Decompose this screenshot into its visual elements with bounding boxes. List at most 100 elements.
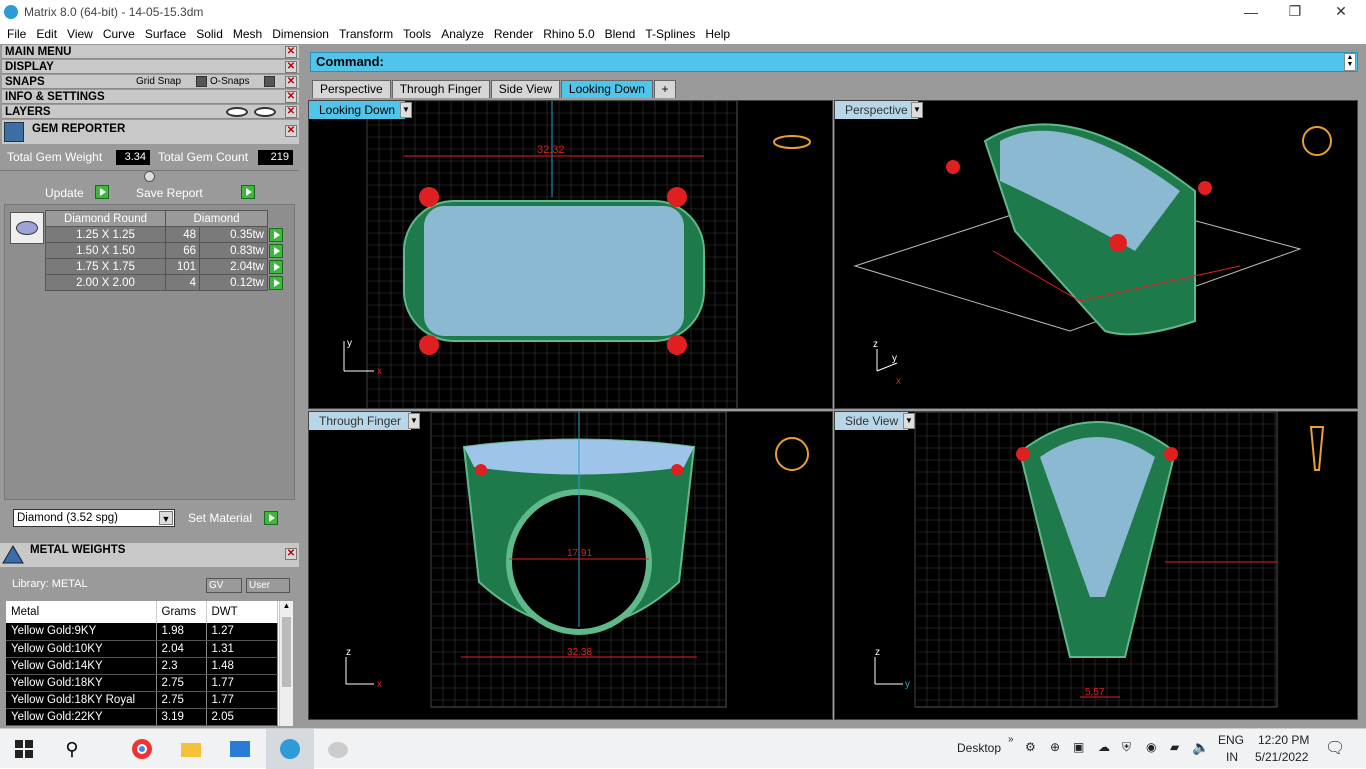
chrome-icon[interactable]: [130, 737, 154, 761]
menu-help[interactable]: Help: [700, 27, 735, 41]
command-bar[interactable]: Command:: [310, 52, 1358, 72]
metal-row[interactable]: Yellow Gold:18KY Royal 2.75 1.77: [6, 691, 278, 709]
clock-date[interactable]: 5/21/2022: [1255, 750, 1308, 764]
file-explorer-icon[interactable]: [179, 737, 203, 761]
close-icon[interactable]: ✕: [285, 125, 297, 137]
metal-row[interactable]: Yellow Gold:22KY 3.19 2.05: [6, 708, 278, 726]
diamond-round-icon[interactable]: [10, 212, 44, 244]
nvidia-icon[interactable]: ▰: [1170, 740, 1179, 754]
language-secondary[interactable]: IN: [1226, 750, 1238, 764]
chevron-down-icon[interactable]: ▼: [408, 413, 420, 429]
chevron-down-icon[interactable]: ▼: [903, 413, 915, 429]
globe-icon[interactable]: ⊕: [1050, 740, 1060, 754]
metal-row[interactable]: Yellow Gold:10KY 2.04 1.31: [6, 640, 278, 658]
tab-perspective[interactable]: Perspective: [312, 80, 391, 98]
viewport-label[interactable]: Looking Down: [309, 101, 406, 119]
display-row[interactable]: DISPLAY ✕: [2, 60, 299, 74]
set-material-button[interactable]: Set Material: [188, 510, 252, 526]
gem-row[interactable]: 2.00 X 2.00 4 0.12tw: [45, 274, 283, 291]
menu-rhino[interactable]: Rhino 5.0: [538, 27, 599, 41]
close-icon[interactable]: ✕: [285, 76, 297, 88]
windows-start-icon[interactable]: [12, 737, 36, 761]
viewport-perspective[interactable]: z y x Perspective ▼: [834, 100, 1358, 409]
toolbar-expand-icon[interactable]: »: [1008, 734, 1014, 745]
chevron-down-icon[interactable]: ▼: [159, 511, 173, 525]
paint-icon[interactable]: [326, 737, 350, 761]
o-snaps-toggle[interactable]: O-Snaps: [210, 75, 249, 89]
material-select[interactable]: Diamond (3.52 spg) ▼: [13, 509, 175, 527]
tab-side-view[interactable]: Side View: [490, 80, 560, 98]
photos-icon[interactable]: [228, 737, 252, 761]
update-go-icon[interactable]: [95, 185, 109, 199]
menu-mesh[interactable]: Mesh: [228, 27, 267, 41]
scrollbar-thumb[interactable]: [282, 617, 291, 687]
menu-edit[interactable]: Edit: [31, 27, 62, 41]
network-icon[interactable]: ⚙: [1025, 740, 1036, 754]
chevron-down-icon[interactable]: ▼: [400, 102, 412, 118]
layers-row[interactable]: LAYERS ✕: [2, 105, 299, 119]
menu-transform[interactable]: Transform: [334, 27, 398, 41]
notification-icon[interactable]: 🗨: [1325, 738, 1345, 758]
grid-snap-checkbox[interactable]: [196, 76, 207, 87]
menu-surface[interactable]: Surface: [140, 27, 191, 41]
minimize-button[interactable]: —: [1228, 0, 1274, 23]
menu-curve[interactable]: Curve: [98, 27, 140, 41]
desktop-toolbar[interactable]: Desktop: [957, 741, 1001, 755]
volume-icon[interactable]: 🔈: [1192, 739, 1209, 756]
restore-button[interactable]: ❐: [1272, 0, 1318, 23]
menu-view[interactable]: View: [62, 27, 98, 41]
gv-toggle[interactable]: GV: [206, 578, 242, 593]
tray-app-icon[interactable]: ▣: [1073, 740, 1084, 754]
close-icon[interactable]: ✕: [285, 46, 297, 58]
layer-visibility-icon[interactable]: [226, 107, 248, 117]
gem-row[interactable]: 1.75 X 1.75 101 2.04tw: [45, 258, 283, 275]
viewport-through-finger[interactable]: 17.91 32.38 z x Through Finger ▼: [308, 411, 833, 720]
gem-row[interactable]: 1.50 X 1.50 66 0.83tw: [45, 242, 283, 259]
tab-through-finger[interactable]: Through Finger: [391, 80, 490, 98]
close-icon[interactable]: ✕: [285, 61, 297, 73]
menu-analyze[interactable]: Analyze: [436, 27, 489, 41]
matrix-tray-icon[interactable]: ◉: [1146, 740, 1156, 754]
search-icon[interactable]: ⚲: [60, 737, 84, 761]
collapse-icon[interactable]: [144, 171, 155, 182]
gem-row[interactable]: 1.25 X 1.25 48 0.35tw: [45, 226, 283, 243]
viewport-label[interactable]: Side View: [835, 412, 909, 430]
matrix-app-icon[interactable]: [278, 737, 302, 761]
menu-render[interactable]: Render: [489, 27, 538, 41]
menu-blend[interactable]: Blend: [600, 27, 641, 41]
close-icon[interactable]: ✕: [285, 548, 297, 560]
command-scroll[interactable]: ▲ ▼: [1344, 53, 1356, 71]
user-toggle[interactable]: User: [246, 578, 290, 593]
viewport-label[interactable]: Perspective: [835, 101, 918, 119]
viewport-looking-down[interactable]: 32.32 y x Looking Down ▼: [308, 100, 833, 409]
viewport-side-view[interactable]: 5.57 z y Side View ▼: [834, 411, 1358, 720]
o-snaps-checkbox[interactable]: [264, 76, 275, 87]
close-icon[interactable]: ✕: [285, 106, 297, 118]
menu-file[interactable]: File: [2, 27, 31, 41]
info-settings-row[interactable]: INFO & SETTINGS ✕: [2, 90, 299, 104]
close-button[interactable]: ✕: [1318, 0, 1364, 23]
cloud-icon[interactable]: ☁: [1098, 740, 1110, 754]
set-material-go-icon[interactable]: [264, 511, 278, 525]
save-report-go-icon[interactable]: [241, 185, 255, 199]
scroll-up-icon[interactable]: ▲: [280, 601, 293, 610]
tab-looking-down[interactable]: Looking Down: [560, 80, 653, 98]
language-primary[interactable]: ENG: [1218, 733, 1244, 747]
eye-icon[interactable]: [254, 107, 276, 117]
snaps-row[interactable]: SNAPS Grid Snap O-Snaps ✕: [2, 75, 299, 89]
close-icon[interactable]: ✕: [285, 91, 297, 103]
gem-row-go-icon[interactable]: [269, 259, 283, 274]
metal-row[interactable]: Yellow Gold:14KY 2.3 1.48: [6, 657, 278, 675]
metal-row[interactable]: Yellow Gold:9KY 1.98 1.27: [6, 623, 278, 641]
main-menu-row[interactable]: MAIN MENU ✕: [2, 45, 299, 59]
update-button[interactable]: Update: [45, 185, 84, 201]
menu-tsplines[interactable]: T-Splines: [640, 27, 700, 41]
gem-row-go-icon[interactable]: [269, 275, 283, 290]
menu-dimension[interactable]: Dimension: [267, 27, 334, 41]
chevron-down-icon[interactable]: ▼: [911, 102, 923, 118]
gem-row-go-icon[interactable]: [269, 227, 283, 242]
metal-list-scrollbar[interactable]: ▲: [279, 601, 293, 726]
viewport-label[interactable]: Through Finger: [309, 412, 412, 430]
security-icon[interactable]: ⛨: [1122, 740, 1131, 755]
add-tab-button[interactable]: +: [653, 80, 676, 98]
